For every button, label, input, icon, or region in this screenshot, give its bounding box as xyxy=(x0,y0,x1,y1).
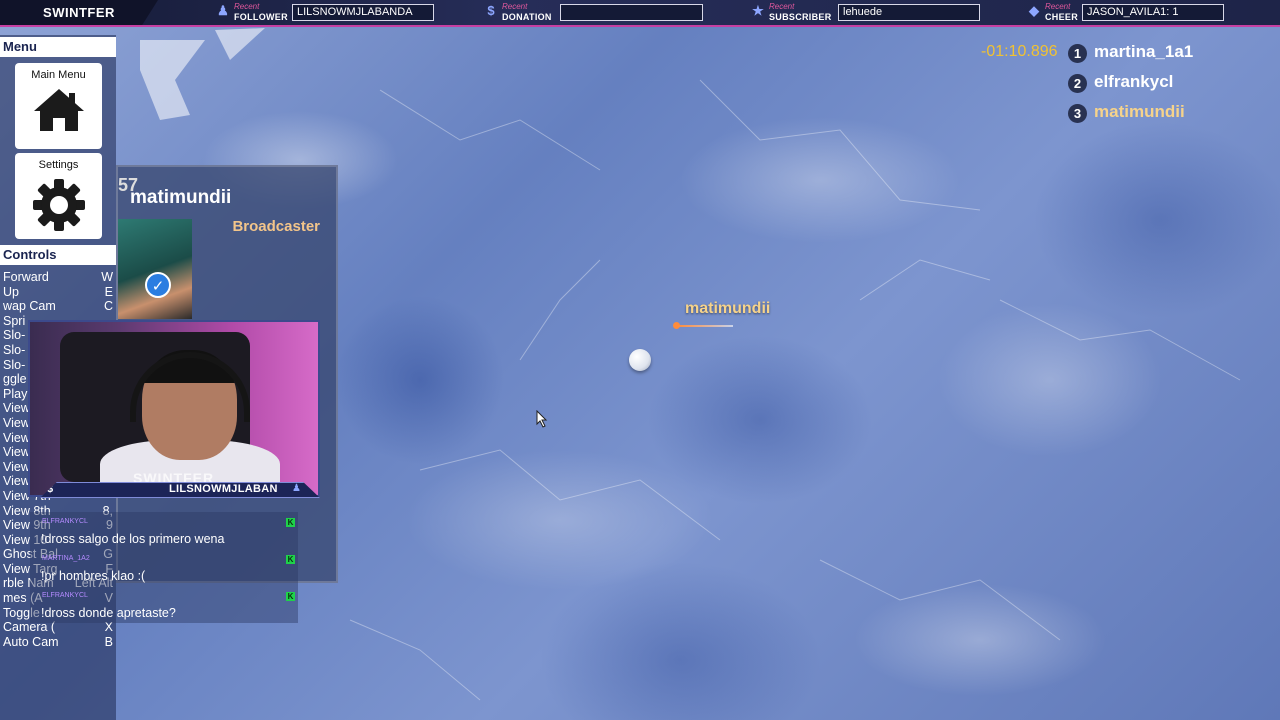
control-action: wap Cam xyxy=(3,299,56,314)
control-key: W xyxy=(101,270,113,284)
chat-username: ELFRANKYCL xyxy=(42,518,88,525)
brand-logo: SWINTFER xyxy=(0,0,158,25)
menu-title: Menu xyxy=(0,37,116,57)
leaderboard-rank: 2 xyxy=(1068,74,1087,93)
control-row: Auto Cam B xyxy=(0,635,116,650)
recent-donation: $ Recent DONATION xyxy=(484,2,704,23)
user-icon: ♟ xyxy=(217,3,229,18)
race-timer: -01:10.896 xyxy=(981,43,1058,60)
control-action: View xyxy=(3,459,30,474)
subscriber-value: lehuede xyxy=(838,4,980,21)
control-action: View xyxy=(3,415,30,430)
donation-value xyxy=(560,4,703,21)
recent-cheer: ◆ Recent CHEER JASON_AVILA1: 1 xyxy=(1027,2,1229,23)
chat-badge-icon: K xyxy=(286,518,295,527)
mouse-cursor-icon xyxy=(536,410,548,428)
webcam-footer-name: LILSNOWMJLABAN xyxy=(169,483,278,495)
user-icon: ♟ xyxy=(292,483,301,494)
marble-ball xyxy=(629,349,651,371)
cheer-value: JASON_AVILA1: 1 xyxy=(1082,4,1224,21)
chat-message: ELFRANKYCL !dross salgo de los primero we… xyxy=(30,512,298,549)
recent-caption: Recent xyxy=(769,2,795,11)
follower-label: FOLLOWER xyxy=(234,12,288,22)
control-key: E xyxy=(104,284,113,299)
control-action: Up xyxy=(3,284,19,299)
control-action: Slo- xyxy=(3,328,26,343)
marble-name-tag: matimundii xyxy=(685,300,771,317)
control-row: wap Cam C xyxy=(0,299,116,314)
leaderboard-rank: 3 xyxy=(1068,104,1087,123)
control-action: View xyxy=(3,445,30,460)
donation-label: DONATION xyxy=(502,12,552,22)
star-icon: ★ xyxy=(752,3,764,18)
control-action: View xyxy=(3,430,30,445)
recent-caption: Recent xyxy=(234,2,260,11)
webcam-footer: $ LILSNOWMJLABAN ♟ xyxy=(40,482,320,498)
recent-caption: Recent xyxy=(1045,2,1071,11)
main-menu-button[interactable]: Main Menu xyxy=(15,63,102,149)
dollar-icon: $ xyxy=(487,3,495,18)
home-icon xyxy=(33,89,84,131)
leaderboard-name: matimundii xyxy=(1094,102,1185,121)
chat-username: ELFRANKYCL xyxy=(42,592,88,599)
control-action: ggle xyxy=(3,372,27,387)
cheer-label: CHEER xyxy=(1045,12,1079,22)
control-action: Slo- xyxy=(3,342,26,357)
control-action: Auto Cam xyxy=(3,634,59,649)
settings-button[interactable]: Settings xyxy=(15,153,102,239)
control-row: Forward W xyxy=(0,270,116,285)
leaderboard-name: martina_1a1 xyxy=(1094,42,1194,61)
chat-text: !pr hombres klao :( xyxy=(41,569,146,583)
stream-alert-bar: SWINTFER ♟ Recent FOLLOWER LILSNOWMJLABA… xyxy=(0,0,1280,27)
control-action: Slo- xyxy=(3,357,26,372)
subscriber-label: SUBSCRIBER xyxy=(769,12,832,22)
chat-message: MARTINA_1A2 !pr hombres klao :( K xyxy=(30,549,298,586)
chat-text: !dross donde apretaste? xyxy=(41,606,176,620)
broadcaster-name: matimundii xyxy=(130,187,232,208)
recent-caption: Recent xyxy=(502,2,528,11)
control-row: Up E xyxy=(0,285,116,300)
control-action: View xyxy=(3,474,30,489)
control-action: Play xyxy=(3,386,28,401)
chat-username: MARTINA_1A2 xyxy=(42,555,90,562)
gear-icon xyxy=(32,179,85,231)
control-action: Forward xyxy=(3,270,49,284)
marble-tag-line xyxy=(677,325,733,327)
control-action: View xyxy=(3,401,30,416)
leaderboard-rank: 1 xyxy=(1068,44,1087,63)
chat-badge-icon: K xyxy=(286,592,295,601)
follower-value: LILSNOWMJLABANDA xyxy=(292,4,434,21)
chat-message: ELFRANKYCL !dross donde apretaste? K xyxy=(30,586,298,623)
chat-text: !dross salgo de los primero wena xyxy=(41,532,225,546)
settings-label: Settings xyxy=(38,159,79,171)
recent-subscriber: ★ Recent SUBSCRIBER lehuede xyxy=(751,2,981,23)
chat-badge-icon: K xyxy=(286,555,295,564)
broadcaster-role: Broadcaster xyxy=(232,218,320,235)
control-action: Spri xyxy=(3,313,26,328)
recent-follower: ♟ Recent FOLLOWER LILSNOWMJLABANDA xyxy=(216,2,438,23)
avatar xyxy=(118,219,192,319)
main-menu-label: Main Menu xyxy=(31,69,86,81)
diamond-icon: ◆ xyxy=(1029,3,1039,18)
control-key: C xyxy=(103,299,113,314)
controls-title: Controls xyxy=(0,245,116,265)
leaderboard-name: elfrankycl xyxy=(1094,72,1174,91)
control-key: B xyxy=(104,634,113,649)
verified-check-icon: ✓ xyxy=(145,272,171,298)
